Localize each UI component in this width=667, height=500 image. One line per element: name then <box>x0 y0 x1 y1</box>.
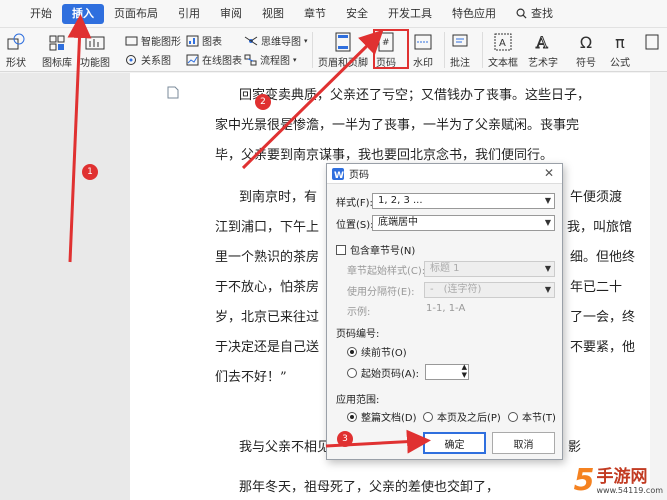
watermark-logo: 5 <box>573 463 595 498</box>
step-badge-2: 2 <box>255 94 271 110</box>
step-badge-3: 3 <box>337 431 353 447</box>
annotation-arrow-1 <box>67 14 92 263</box>
watermark-url: www.54119.com <box>596 485 663 495</box>
site-watermark: 5 手游网 www.54119.com <box>574 466 663 496</box>
step-badge-1: 1 <box>82 164 98 180</box>
watermark-text: 手游网 <box>596 466 648 487</box>
annotation-overlay <box>67 14 431 454</box>
